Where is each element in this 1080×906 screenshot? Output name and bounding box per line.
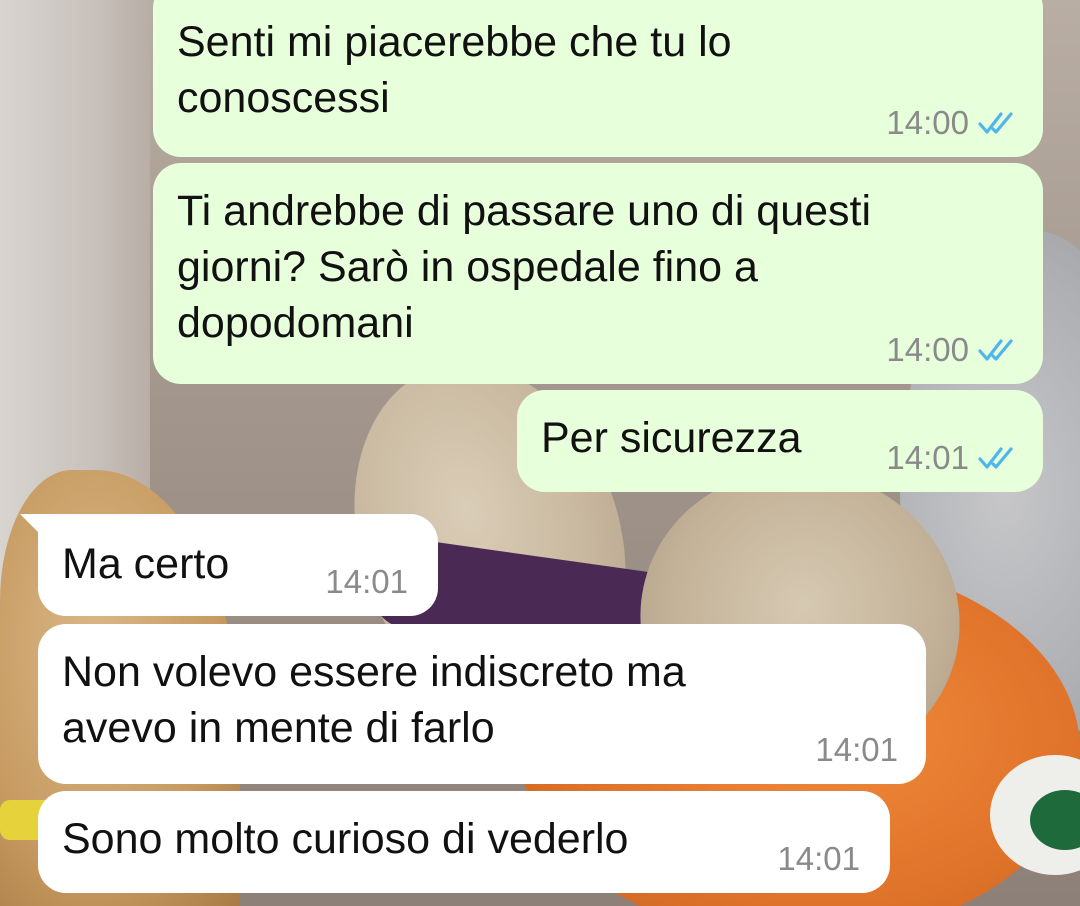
message-meta: 14:00 bbox=[886, 330, 1021, 370]
message-timestamp: 14:01 bbox=[325, 563, 408, 600]
message-meta: 14:01 bbox=[777, 839, 860, 879]
double-check-icon bbox=[978, 447, 1013, 469]
message-text: Ma certo bbox=[62, 536, 229, 592]
message-line: avevo in mente di farlo bbox=[62, 704, 495, 752]
message-line: Senti mi piacerebbe che tu lo bbox=[177, 18, 732, 66]
message-line: Per sicurezza bbox=[541, 414, 802, 462]
double-check-icon bbox=[978, 339, 1013, 361]
message-text: Sono molto curioso di vederlo bbox=[62, 811, 628, 867]
message-bubble-incoming[interactable]: Non volevo essere indiscreto ma avevo in… bbox=[38, 624, 926, 784]
message-text: Ti andrebbe di passare uno di questi gio… bbox=[177, 183, 871, 351]
message-line: Sono molto curioso di vederlo bbox=[62, 815, 629, 863]
message-timestamp: 14:01 bbox=[777, 840, 860, 877]
message-line: giorni? Sarò in ospedale fino a bbox=[177, 243, 758, 291]
message-bubble-incoming[interactable]: Ma certo 14:01 bbox=[20, 514, 438, 616]
message-text: Non volevo essere indiscreto ma avevo in… bbox=[62, 644, 686, 756]
message-timestamp: 14:00 bbox=[886, 331, 969, 368]
message-meta: 14:01 bbox=[815, 730, 898, 770]
message-bubble-incoming[interactable]: Sono molto curioso di vederlo 14:01 bbox=[38, 791, 890, 893]
message-bubble-outgoing[interactable]: Ti andrebbe di passare uno di questi gio… bbox=[153, 163, 1043, 384]
message-line: Non volevo essere indiscreto ma bbox=[62, 648, 686, 696]
message-meta: 14:01 bbox=[886, 438, 1021, 478]
message-text: Per sicurezza bbox=[541, 410, 801, 466]
message-meta: 14:01 bbox=[325, 562, 408, 602]
message-text: Senti mi piacerebbe che tu lo conoscessi bbox=[177, 14, 732, 126]
message-line: dopodomani bbox=[177, 299, 414, 347]
message-bubble-outgoing[interactable]: Senti mi piacerebbe che tu lo conoscessi… bbox=[153, 0, 1043, 157]
double-check-icon bbox=[978, 112, 1013, 134]
message-line: Ti andrebbe di passare uno di questi bbox=[177, 187, 872, 235]
message-timestamp: 14:00 bbox=[886, 104, 969, 141]
bubble-tail bbox=[20, 514, 50, 544]
message-meta: 14:00 bbox=[886, 103, 1021, 143]
message-bubble-outgoing[interactable]: Per sicurezza 14:01 bbox=[517, 390, 1043, 492]
message-timestamp: 14:01 bbox=[815, 731, 898, 768]
message-line: Ma certo bbox=[62, 540, 230, 588]
message-timestamp: 14:01 bbox=[886, 439, 969, 476]
message-line: conoscessi bbox=[177, 74, 390, 122]
